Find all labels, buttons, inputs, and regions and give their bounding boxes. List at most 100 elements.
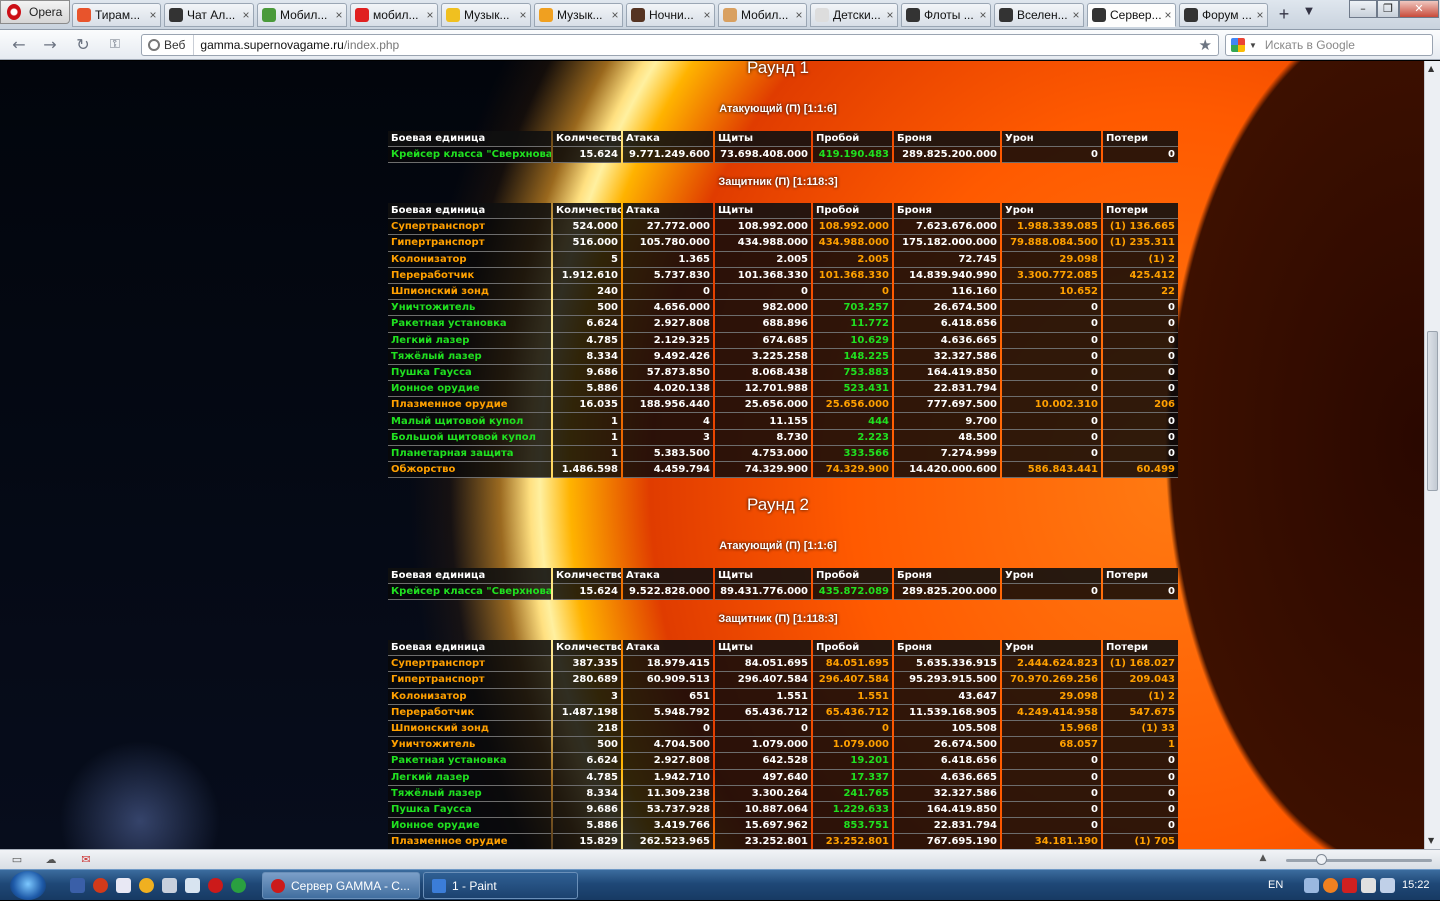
- maximize-button[interactable]: ❐: [1377, 0, 1399, 18]
- vertical-scrollbar[interactable]: ▲ ▼: [1424, 61, 1440, 849]
- tray-icon[interactable]: [1380, 878, 1395, 893]
- tab-close-icon[interactable]: ×: [1161, 8, 1175, 22]
- bookmark-star-icon[interactable]: ★: [1199, 36, 1212, 54]
- tab[interactable]: Мобил... ×: [718, 3, 807, 27]
- column-header: Пробой: [813, 203, 892, 220]
- tab[interactable]: Сервер... ×: [1087, 3, 1176, 27]
- cell-atk: 9.492.426: [623, 348, 713, 365]
- tab-close-icon[interactable]: ×: [332, 8, 346, 22]
- opera-menu-button[interactable]: Opera: [0, 0, 70, 24]
- cell-arm: 7.274.999: [894, 445, 1000, 462]
- tray-icon[interactable]: [1304, 878, 1319, 893]
- tray-icon[interactable]: [1361, 878, 1376, 893]
- tab[interactable]: Форум ... ×: [1179, 3, 1268, 27]
- forward-button[interactable]: →: [39, 35, 61, 55]
- tab-close-icon[interactable]: ×: [1253, 8, 1267, 22]
- tab[interactable]: Музык... ×: [441, 3, 531, 27]
- column-header: Количество: [553, 131, 621, 148]
- cell-atk: 2.927.808: [623, 753, 713, 770]
- table-row: Уничтожитель 500 4.656.000 982.000 703.257 26…: [388, 300, 1178, 317]
- language-indicator[interactable]: EN: [1268, 879, 1283, 891]
- taskbar-item[interactable]: Сервер GAMMA - С...: [262, 872, 420, 899]
- tray-icon[interactable]: [1323, 878, 1338, 893]
- cell-shd: 3.225.258: [715, 348, 811, 365]
- tab-close-icon[interactable]: ×: [423, 8, 437, 22]
- tab-close-icon[interactable]: ×: [700, 8, 714, 22]
- clock[interactable]: 15:22: [1402, 879, 1430, 891]
- tab[interactable]: Детски... ×: [810, 3, 898, 27]
- tab[interactable]: мобил... ×: [350, 3, 438, 27]
- scroll-down-icon[interactable]: ▼: [1428, 836, 1434, 845]
- cell-arm: 5.635.336.915: [894, 656, 1000, 673]
- column-header: Урон: [1002, 568, 1101, 585]
- taskbar-item[interactable]: 1 - Paint: [423, 872, 578, 899]
- zoom-menu-icon[interactable]: ▲: [1255, 853, 1271, 866]
- zoom-slider[interactable]: [1286, 854, 1432, 865]
- cloud-icon[interactable]: ☁: [43, 853, 59, 866]
- tab[interactable]: Чат Ал... ×: [164, 3, 254, 27]
- cell-arm: 26.674.500: [894, 300, 1000, 317]
- tab-close-icon[interactable]: ×: [239, 8, 253, 22]
- cell-loss: 0: [1103, 785, 1178, 802]
- cell-pen: 753.883: [813, 364, 892, 382]
- cell-shd: 65.436.712: [715, 704, 811, 721]
- cell-qty: 6.624: [553, 753, 621, 770]
- tab-close-icon[interactable]: ×: [608, 8, 622, 22]
- quicklaunch-icon[interactable]: [139, 878, 154, 893]
- tab[interactable]: Ночни... ×: [626, 3, 715, 27]
- attacker-table: Боевая единица Количество Атака Щиты Пробой Б…: [386, 131, 1180, 164]
- cell-qty: 1: [553, 413, 621, 430]
- tab[interactable]: Вселен... ×: [994, 3, 1084, 27]
- cell-pen: 108.992.000: [813, 219, 892, 236]
- quicklaunch-icon[interactable]: [116, 878, 131, 893]
- unit-name: Большой щитовой купол: [388, 429, 551, 446]
- tray-icon[interactable]: [1342, 878, 1357, 893]
- tab-close-icon[interactable]: ×: [146, 8, 160, 22]
- search-engine-dropdown-icon[interactable]: ▼: [1249, 41, 1257, 50]
- tab-close-icon[interactable]: ×: [976, 8, 990, 22]
- cell-dmg: 34.181.190: [1002, 834, 1101, 849]
- zoom-slider-handle[interactable]: [1316, 854, 1327, 865]
- tab[interactable]: Мобил... ×: [257, 3, 347, 27]
- tab[interactable]: Тирам... ×: [72, 3, 161, 27]
- cell-arm: 22.831.794: [894, 381, 1000, 398]
- address-field[interactable]: Веб gamma.supernovagame.ru/index.php ★: [141, 34, 1219, 56]
- tab[interactable]: Музык... ×: [534, 3, 623, 27]
- new-tab-button[interactable]: +: [1274, 4, 1294, 24]
- back-button[interactable]: ←: [8, 35, 30, 55]
- scrollbar-thumb[interactable]: [1427, 331, 1438, 491]
- tab[interactable]: Флоты ... ×: [901, 3, 991, 27]
- reload-button[interactable]: ↻: [72, 35, 94, 55]
- quicklaunch-icon[interactable]: [162, 878, 177, 893]
- tab-favicon-icon: [77, 8, 91, 22]
- cell-shd: 84.051.695: [715, 656, 811, 673]
- unit-name: Уничтожитель: [388, 737, 551, 754]
- key-icon[interactable]: ⚿: [104, 35, 126, 55]
- start-button[interactable]: [10, 871, 46, 900]
- table-row: Переработчик 1.487.198 5.948.792 65.436.712…: [388, 704, 1178, 721]
- notification-icon[interactable]: ✉: [78, 853, 94, 866]
- tab-menu-icon[interactable]: ▼: [1300, 6, 1318, 24]
- tab-close-icon[interactable]: ×: [883, 8, 897, 22]
- cell-dmg: 3.300.772.085: [1002, 267, 1101, 284]
- cell-loss: 0: [1103, 316, 1178, 333]
- tab-close-icon[interactable]: ×: [792, 8, 806, 22]
- cell-loss: 0: [1103, 818, 1178, 835]
- scroll-up-icon[interactable]: ▲: [1428, 64, 1434, 73]
- tab-close-icon[interactable]: ×: [516, 8, 530, 22]
- quicklaunch-icon[interactable]: [93, 878, 108, 893]
- cell-atk: 1.365: [623, 251, 713, 268]
- minimize-button[interactable]: –: [1349, 0, 1377, 18]
- close-window-button[interactable]: ✕: [1399, 0, 1439, 18]
- panel-toggle-icon[interactable]: ▭: [9, 853, 25, 866]
- cell-shd: 8.068.438: [715, 364, 811, 382]
- quicklaunch-icon[interactable]: [185, 878, 200, 893]
- tab-close-icon[interactable]: ×: [1069, 8, 1083, 22]
- site-badge[interactable]: Веб: [142, 35, 195, 55]
- table-header-row: Боевая единица Количество Атака Щиты Пробой Б…: [388, 203, 1178, 220]
- search-field[interactable]: ▼ Искать в Google: [1225, 34, 1433, 56]
- cell-atk: 60.909.513: [623, 672, 713, 689]
- quicklaunch-icon[interactable]: [70, 878, 85, 893]
- quicklaunch-icon[interactable]: [208, 878, 223, 893]
- quicklaunch-icon[interactable]: [231, 878, 246, 893]
